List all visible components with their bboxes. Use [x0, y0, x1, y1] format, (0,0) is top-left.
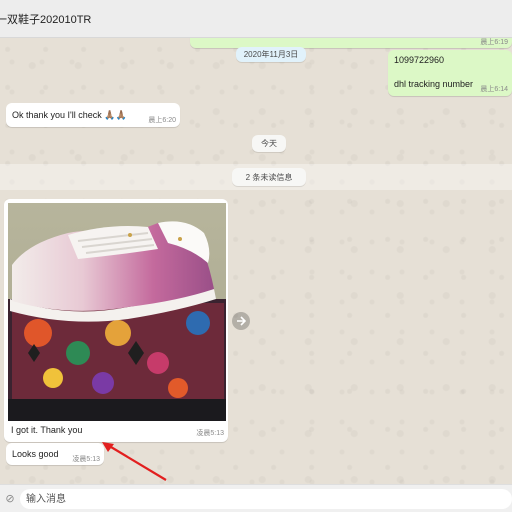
date-separator: 2020年11月3日 — [236, 47, 306, 62]
tracking-message[interactable]: 1099722960 dhl tracking number 晨上6:14 — [388, 50, 512, 96]
tracking-caption: dhl tracking number — [394, 79, 474, 89]
photo-caption: I got it. Thank you — [11, 425, 83, 435]
message-text: Ok thank you I'll check 🙏🏽🙏🏽 — [12, 110, 127, 120]
forward-icon — [237, 316, 246, 326]
unread-indicator: 2 条未读信息 — [232, 168, 306, 186]
unread-label: 2 条未读信息 — [245, 172, 293, 182]
today-separator-label: 今天 — [261, 139, 277, 148]
chat-title[interactable]: 一双鞋子202010TR — [0, 11, 91, 27]
incoming-message[interactable]: Ok thank you I'll check 🙏🏽🙏🏽 晨上6:20 — [6, 103, 180, 127]
message-text: Looks good — [12, 449, 59, 459]
message-time: 晨上6:14 — [480, 86, 508, 93]
incoming-message[interactable]: Looks good 凌晨5:13 — [6, 443, 104, 465]
message-time: 晨上6:20 — [148, 117, 176, 124]
tracking-number: 1099722960 — [394, 55, 445, 65]
sneaker-image — [8, 203, 226, 421]
chat-header: 一双鞋子202010TR — [0, 0, 512, 38]
message-time: 晨上6:19 — [480, 39, 508, 46]
today-separator: 今天 — [252, 135, 286, 152]
message-input[interactable] — [20, 489, 512, 509]
message-composer: ⊘ — [0, 484, 512, 512]
annotation-arrow — [102, 442, 167, 481]
outgoing-message[interactable]: 晨上6:19 — [190, 38, 512, 48]
sneaker-photo[interactable] — [8, 203, 226, 421]
paperclip-icon[interactable]: ⊘ — [0, 492, 20, 505]
message-time: 凌晨5:13 — [196, 430, 224, 437]
date-separator-label: 2020年11月3日 — [243, 50, 299, 59]
message-list[interactable]: 晨上6:19 2020年11月3日 1099722960 dhl trackin… — [0, 38, 512, 484]
forward-button[interactable] — [232, 312, 250, 330]
